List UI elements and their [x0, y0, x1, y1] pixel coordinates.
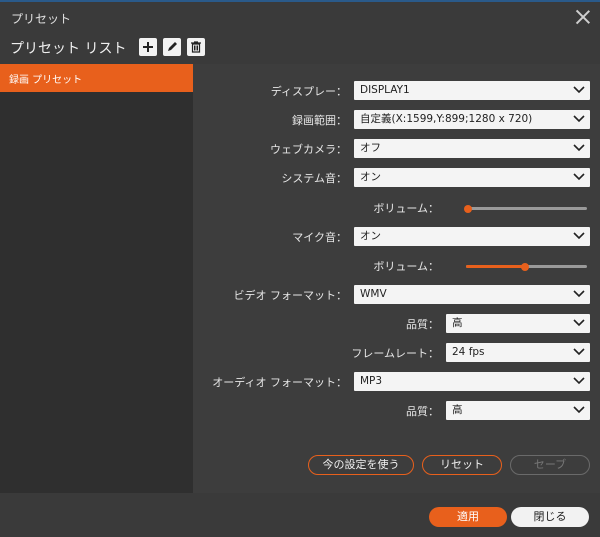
add-preset-button[interactable] [139, 38, 157, 56]
delete-preset-button[interactable] [187, 38, 205, 56]
audio-format-select[interactable]: MP3 [354, 372, 590, 391]
plus-icon [143, 42, 153, 52]
mic-volume-slider[interactable] [466, 262, 587, 271]
frame-rate-value: 24 fps [452, 346, 485, 358]
webcam-select[interactable]: オフ [354, 139, 590, 158]
sidebar-item-label: 録画 プリセット [9, 75, 83, 86]
close-icon[interactable] [574, 8, 592, 26]
mic-volume-fill [466, 265, 523, 268]
audio-quality-value: 高 [452, 404, 463, 416]
frame-rate-label: フレームレート： [351, 347, 439, 360]
mic-volume-label: ボリューム： [373, 260, 439, 273]
video-quality-value: 高 [452, 317, 463, 329]
video-format-label: ビデオ フォーマット： [233, 289, 348, 302]
chevron-down-icon [573, 377, 585, 385]
system-audio-value: オン [360, 171, 381, 183]
title-bar: プリセット [0, 2, 600, 32]
preset-list-title: プリセット リスト [10, 41, 127, 57]
chevron-down-icon [573, 115, 585, 123]
mic-label: マイク音： [292, 231, 347, 244]
audio-quality-select[interactable]: 高 [446, 401, 590, 420]
system-volume-slider[interactable] [464, 204, 587, 213]
frame-rate-select[interactable]: 24 fps [446, 343, 590, 362]
audio-quality-label: 品質： [406, 405, 439, 418]
chevron-down-icon [573, 86, 585, 94]
range-label: 録画範囲： [292, 114, 347, 127]
chevron-down-icon [573, 144, 585, 152]
chevron-down-icon [573, 290, 585, 298]
edit-preset-button[interactable] [163, 38, 181, 56]
webcam-value: オフ [360, 142, 381, 154]
window-title: プリセット [11, 12, 72, 26]
system-volume-handle[interactable] [464, 204, 472, 213]
preset-sidebar: 録画 プリセット [0, 64, 193, 493]
video-quality-select[interactable]: 高 [446, 314, 590, 333]
display-select[interactable]: DISPLAY1 [354, 81, 590, 100]
pencil-icon [168, 42, 177, 51]
mic-value: オン [360, 230, 381, 242]
system-volume-label: ボリューム： [373, 202, 439, 215]
chevron-down-icon [573, 232, 585, 240]
audio-format-value: MP3 [360, 375, 383, 387]
footer-bar [0, 493, 600, 537]
system-audio-select[interactable]: オン [354, 168, 590, 187]
webcam-label: ウェブカメラ： [270, 143, 347, 156]
close-button[interactable]: 閉じる [511, 507, 589, 527]
range-select[interactable]: 自定義(X:1599,Y:899;1280 x 720) [354, 110, 590, 129]
chevron-down-icon [573, 319, 585, 327]
trash-icon [191, 41, 201, 53]
system-audio-label: システム音： [281, 172, 347, 185]
chevron-down-icon [573, 173, 585, 181]
use-current-settings-button[interactable]: 今の設定を使う [308, 455, 414, 475]
mic-volume-handle[interactable] [521, 262, 529, 271]
mic-select[interactable]: オン [354, 227, 590, 246]
reset-button[interactable]: リセット [422, 455, 502, 475]
video-quality-label: 品質： [406, 318, 439, 331]
video-format-select[interactable]: WMV [354, 285, 590, 304]
display-value: DISPLAY1 [360, 84, 410, 96]
range-value: 自定義(X:1599,Y:899;1280 x 720) [360, 113, 533, 125]
apply-button[interactable]: 適用 [429, 507, 507, 527]
chevron-down-icon [573, 348, 585, 356]
display-label: ディスプレー： [270, 85, 347, 98]
save-button[interactable]: セーブ [510, 455, 590, 475]
audio-format-label: オーディオ フォーマット： [212, 376, 347, 389]
chevron-down-icon [573, 406, 585, 414]
sidebar-item-recording-preset[interactable]: 録画 プリセット [0, 64, 193, 92]
video-format-value: WMV [360, 288, 387, 300]
